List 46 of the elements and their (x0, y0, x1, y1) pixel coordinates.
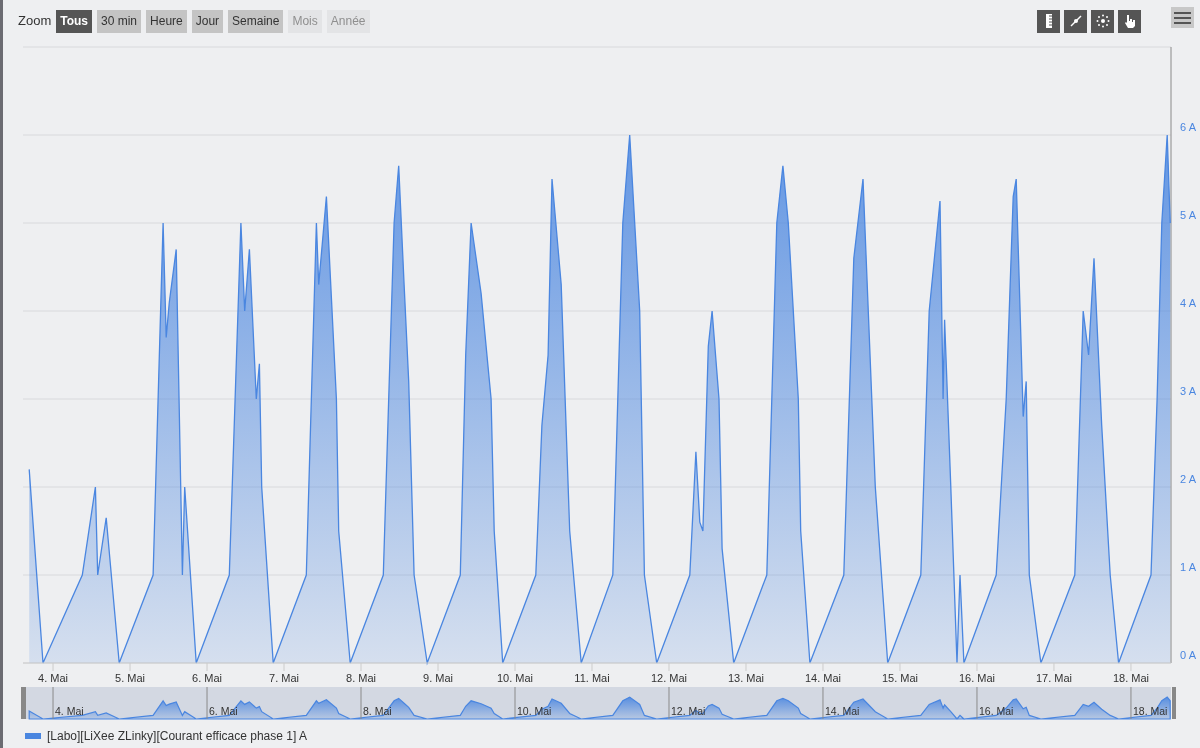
x-axis-label: 7. Mai (269, 672, 299, 684)
x-axis-label: 16. Mai (958, 672, 995, 684)
navigator-handle[interactable] (1172, 687, 1176, 719)
y-axis-label: 0 A (1180, 649, 1196, 661)
x-axis-label: 6. Mai (192, 672, 222, 684)
x-axis-label: 10. Mai (496, 672, 534, 684)
x-axis-label: 13. Mai (727, 672, 764, 684)
menu-button[interactable] (1171, 7, 1194, 28)
dots-icon (1095, 14, 1110, 28)
zoom-button[interactable]: Heure (146, 9, 187, 33)
x-axis-label: 14. Mai (804, 672, 841, 684)
x-axis-label: 4. Mai (38, 672, 68, 684)
tool-button[interactable] (1091, 9, 1114, 33)
y-axis-label: 3 A (1180, 385, 1196, 397)
x-axis-label: 5. Mai (115, 672, 145, 684)
navigator-handle[interactable] (21, 687, 26, 719)
zoom-label: Zoom (18, 12, 52, 31)
zoom-button[interactable]: 30 min (97, 9, 142, 33)
ruler-icon (1043, 14, 1054, 28)
y-axis-label: 5 A (1180, 209, 1196, 221)
navigator-label: 18. Mai (1132, 705, 1168, 717)
zoom-button[interactable]: Jour (191, 9, 224, 33)
zoom-button[interactable]: Semaine (228, 9, 284, 33)
tool-button[interactable] (1118, 9, 1141, 33)
x-axis-label: 18. Mai (1112, 672, 1149, 684)
y-axis-label: 6 A (1180, 121, 1196, 133)
navigator-label: 14. Mai (825, 705, 860, 717)
menu-icon (1174, 11, 1191, 24)
hand-icon (1122, 14, 1137, 28)
x-axis-label: 9. Mai (423, 672, 453, 684)
x-axis-label: 12. Mai (650, 672, 688, 684)
navigator-label: 4. Mai (55, 705, 84, 717)
y-axis-label: 4 A (1180, 297, 1196, 309)
navigator-label: 10. Mai (517, 705, 552, 717)
zoom-button[interactable]: Tous (56, 9, 92, 33)
tool-button[interactable] (1064, 9, 1087, 33)
y-axis-label: 1 A (1180, 561, 1196, 573)
y-axis-label: 2 A (1180, 473, 1196, 485)
navigator-label: 16. Mai (978, 705, 1014, 717)
line-icon (1068, 14, 1083, 28)
x-axis-label: 11. Mai (574, 672, 610, 684)
x-axis-label: 15. Mai (881, 672, 918, 684)
tool-button[interactable] (1037, 9, 1060, 33)
x-axis-label: 17. Mai (1035, 672, 1072, 684)
x-axis-label: 8. Mai (346, 672, 376, 684)
legend-item[interactable]: [Labo][LiXee ZLinky][Courant efficace phase 1] A (47, 729, 307, 743)
